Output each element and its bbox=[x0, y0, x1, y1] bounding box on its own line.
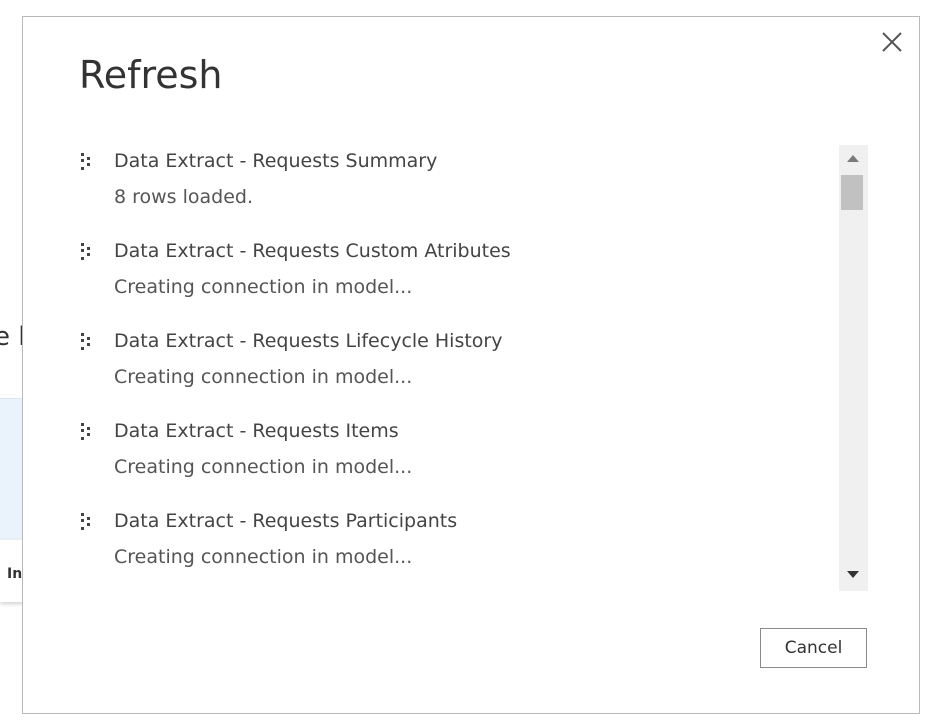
item-title: Data Extract - Requests Items bbox=[114, 420, 399, 442]
scrollbar-thumb[interactable] bbox=[841, 175, 863, 210]
list-item: Data Extract - Requests Custom Atributes… bbox=[79, 235, 841, 325]
loading-spinner-icon bbox=[81, 333, 90, 350]
item-title: Data Extract - Requests Custom Atributes bbox=[114, 240, 511, 262]
refresh-dialog: Refresh Data Extract - Requests Summary … bbox=[22, 16, 920, 714]
refresh-item-list[interactable]: Data Extract - Requests Summary 8 rows l… bbox=[79, 145, 841, 593]
close-button[interactable] bbox=[879, 29, 905, 55]
list-item: Data Extract - Requests Items Creating c… bbox=[79, 415, 841, 505]
item-title: Data Extract - Requests Summary bbox=[114, 150, 438, 172]
loading-spinner-icon bbox=[81, 153, 90, 170]
scroll-down-arrow-icon[interactable] bbox=[847, 571, 859, 578]
list-item: Data Extract - Requests Participants Cre… bbox=[79, 505, 841, 593]
background-label-fragment: In bbox=[7, 566, 23, 582]
item-title: Data Extract - Requests Lifecycle Histor… bbox=[114, 330, 503, 352]
item-status: Creating connection in model... bbox=[114, 366, 413, 388]
item-status: Creating connection in model... bbox=[114, 546, 413, 568]
background-panel bbox=[0, 398, 24, 542]
loading-spinner-icon bbox=[81, 423, 90, 440]
dialog-title: Refresh bbox=[79, 53, 223, 97]
list-item: Data Extract - Requests Lifecycle Histor… bbox=[79, 325, 841, 415]
item-status: Creating connection in model... bbox=[114, 276, 413, 298]
cancel-button[interactable]: Cancel bbox=[760, 628, 867, 668]
close-icon bbox=[882, 32, 902, 52]
loading-spinner-icon bbox=[81, 513, 90, 530]
item-title: Data Extract - Requests Participants bbox=[114, 510, 458, 532]
item-status: Creating connection in model... bbox=[114, 456, 413, 478]
list-scrollbar[interactable] bbox=[839, 145, 868, 591]
scroll-up-arrow-icon[interactable] bbox=[847, 155, 859, 162]
item-status: 8 rows loaded. bbox=[114, 186, 254, 208]
loading-spinner-icon bbox=[81, 243, 90, 260]
list-item: Data Extract - Requests Summary 8 rows l… bbox=[79, 145, 841, 235]
